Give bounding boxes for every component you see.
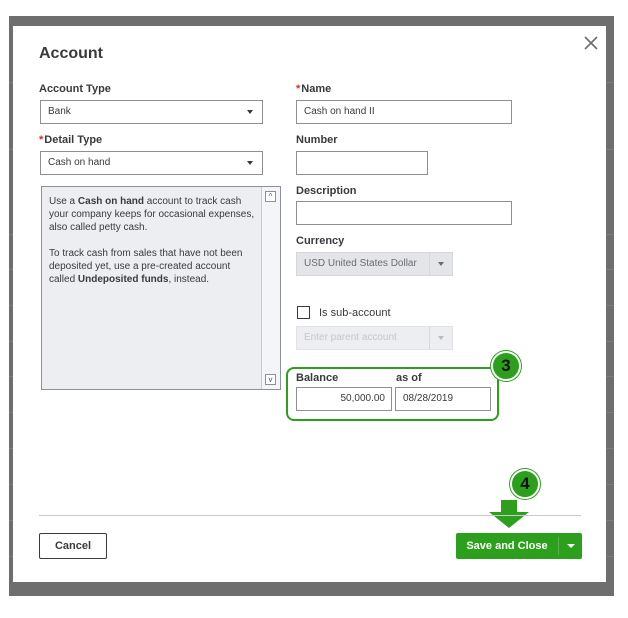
currency-label: Currency bbox=[296, 235, 345, 247]
chevron-down-icon bbox=[438, 262, 444, 266]
desc-p2-bold: Undeposited funds bbox=[77, 274, 169, 285]
cancel-button[interactable]: Cancel bbox=[39, 533, 107, 559]
detail-type-select[interactable]: Cash on hand bbox=[40, 151, 263, 175]
desc-p1-text: Use a bbox=[49, 196, 78, 207]
account-type-select[interactable]: Bank bbox=[40, 100, 263, 124]
chevron-down-icon bbox=[247, 110, 253, 114]
currency-select: USD United States Dollar bbox=[296, 252, 453, 276]
number-input[interactable] bbox=[296, 151, 428, 175]
currency-value: USD United States Dollar bbox=[304, 258, 417, 269]
desc-p2-text-end: , instead. bbox=[168, 274, 210, 285]
account-type-value: Bank bbox=[48, 106, 71, 117]
description-label: Description bbox=[296, 185, 357, 197]
close-button[interactable] bbox=[579, 31, 603, 55]
chevron-down-icon bbox=[438, 336, 444, 340]
close-icon bbox=[584, 36, 598, 50]
detail-type-label: *Detail Type bbox=[39, 134, 102, 146]
name-label-text: Name bbox=[301, 83, 332, 95]
parent-account-placeholder: Enter parent account bbox=[304, 332, 397, 343]
save-and-close-button[interactable]: Save and Close bbox=[456, 533, 582, 559]
sub-account-label: Is sub-account bbox=[319, 307, 391, 319]
detail-type-label-text: Detail Type bbox=[44, 134, 103, 146]
chevron-down-icon bbox=[567, 544, 575, 548]
detail-type-description: Use a Cash on hand account to track cash… bbox=[41, 186, 281, 390]
name-input[interactable]: Cash on hand II bbox=[296, 100, 512, 124]
chevron-down-icon bbox=[247, 161, 253, 165]
step-3-badge: 3 bbox=[491, 351, 521, 381]
balance-highlight bbox=[286, 367, 499, 421]
required-mark: * bbox=[39, 134, 44, 146]
detail-type-value: Cash on hand bbox=[48, 157, 111, 168]
description-input[interactable] bbox=[296, 201, 512, 225]
save-and-close-label[interactable]: Save and Close bbox=[456, 533, 558, 559]
account-dialog: Account Account Type Bank *Detail Type C… bbox=[13, 26, 606, 582]
save-options-dropdown[interactable] bbox=[559, 533, 582, 559]
down-arrow-icon bbox=[489, 500, 529, 528]
required-mark: * bbox=[296, 83, 301, 95]
step-4-badge: 4 bbox=[510, 469, 540, 499]
parent-account-select: Enter parent account bbox=[296, 326, 453, 350]
footer-divider bbox=[39, 515, 581, 516]
scroll-up-icon[interactable]: ^ bbox=[265, 191, 276, 202]
description-scrollbar[interactable]: ^ v bbox=[261, 187, 280, 389]
desc-p1-bold: Cash on hand bbox=[77, 196, 145, 207]
sub-account-checkbox[interactable] bbox=[297, 306, 310, 319]
number-label: Number bbox=[296, 134, 338, 146]
account-type-label: Account Type bbox=[39, 83, 111, 95]
name-label: *Name bbox=[296, 83, 331, 95]
description-text: Use a Cash on hand account to track cash… bbox=[49, 195, 259, 299]
dialog-title: Account bbox=[39, 45, 103, 62]
scroll-down-icon[interactable]: v bbox=[265, 374, 276, 385]
